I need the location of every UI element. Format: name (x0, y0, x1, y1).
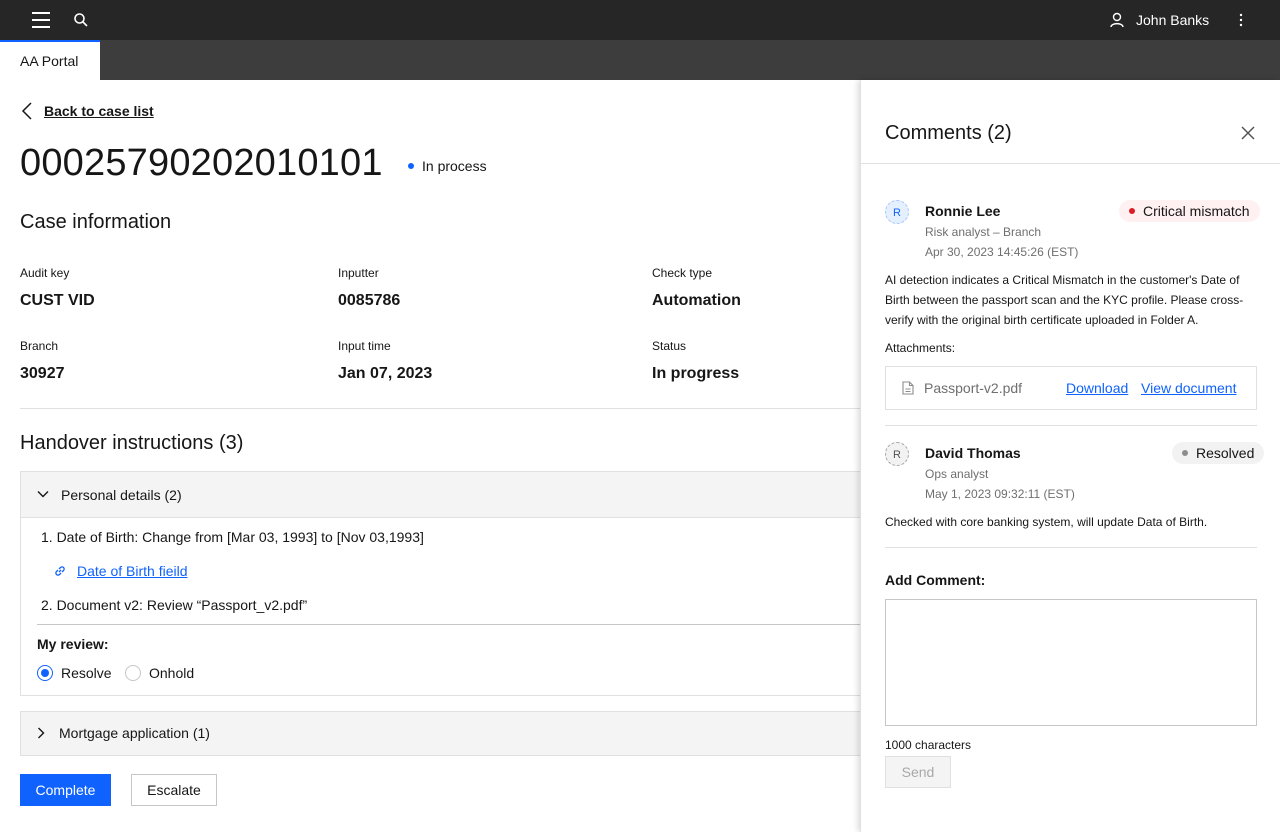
document-icon (902, 381, 914, 395)
field-value: 0085786 (338, 292, 401, 309)
status-dot (408, 163, 414, 169)
date-of-birth-field-link[interactable]: Date of Birth fieild (77, 563, 188, 579)
accordion-header-personal-details[interactable]: Personal details (2) (21, 472, 861, 518)
avatar: R (885, 442, 909, 466)
back-link[interactable]: Back to case list (20, 101, 154, 121)
search-icon[interactable] (72, 11, 90, 29)
field-label: Status (652, 339, 687, 353)
field-value: 30927 (20, 365, 65, 382)
avatar: R (885, 200, 909, 224)
status-badge: Critical mismatch (1119, 200, 1260, 222)
back-to-case-list-link[interactable]: Back to case list (44, 103, 154, 119)
field-link[interactable]: Date of Birth fieild (53, 563, 188, 579)
comment-author: David Thomas (925, 445, 1021, 461)
field-value: In progress (652, 365, 740, 382)
view-document-link[interactable]: View document (1141, 380, 1236, 396)
comment-timestamp: Apr 30, 2023 14:45:26 (EST) (925, 245, 1079, 259)
instruction-item: 1. Date of Birth: Change from [Mar 03, 1… (41, 529, 424, 545)
badge-dot (1182, 450, 1188, 456)
field-value: CUST VID (20, 292, 95, 309)
comments-panel: Comments (2) R Ronnie Lee Critical misma… (860, 80, 1280, 832)
case-information-title: Case information (20, 211, 172, 233)
my-review-label: My review: (37, 636, 109, 652)
attachment-filename: Passport-v2.pdf (924, 380, 1023, 396)
comment-author: Ronnie Lee (925, 203, 1001, 219)
instruction-item: 2. Document v2: Review “Passport_v2.pdf” (41, 597, 308, 613)
send-button[interactable]: Send (885, 756, 951, 788)
attachment-item: Passport-v2.pdf Download View document (885, 366, 1257, 410)
status-badge: Resolved (1172, 442, 1265, 464)
add-comment-label: Add Comment: (885, 572, 986, 588)
field-label: Inputter (338, 266, 379, 280)
comment-role: Risk analyst – Branch (925, 225, 1042, 239)
user-icon[interactable] (1108, 11, 1126, 29)
field-label: Branch (20, 339, 59, 353)
character-count: 1000 characters (885, 738, 972, 752)
section-divider (20, 408, 860, 409)
complete-button[interactable]: Complete (20, 774, 111, 806)
comment-divider (885, 547, 1257, 548)
chevron-left-icon (21, 102, 32, 120)
accordion-personal-details: Personal details (2) 1. Date of Birth: C… (20, 471, 861, 696)
radio-circle[interactable] (125, 665, 141, 681)
tab-aa-portal[interactable]: AA Portal (0, 40, 100, 80)
accordion-divider (37, 624, 861, 625)
close-icon[interactable] (1241, 126, 1255, 140)
field-label: Input time (338, 339, 391, 353)
radio-circle-selected[interactable] (37, 665, 53, 681)
comment-role: Ops analyst (925, 467, 989, 481)
comment-timestamp: May 1, 2023 09:32:11 (EST) (925, 487, 1075, 501)
chevron-right-icon (38, 727, 45, 739)
comment-body: Checked with core banking system, will u… (885, 515, 1208, 529)
accordion-mortgage-application[interactable]: Mortgage application (1) (20, 711, 860, 756)
overflow-menu-icon[interactable] (1232, 11, 1250, 29)
top-bar: John Banks (0, 0, 1280, 40)
radio-resolve[interactable]: Resolve (37, 665, 112, 681)
panel-divider (861, 163, 1280, 164)
badge-dot (1129, 208, 1135, 214)
comment-divider (885, 425, 1257, 426)
comment-textarea[interactable] (885, 599, 1257, 726)
escalate-button[interactable]: Escalate (131, 774, 217, 806)
case-id: 00025790202010101 (20, 142, 383, 184)
case-status-tag: In process (408, 158, 487, 174)
field-label: Check type (652, 266, 713, 280)
field-label: Audit key (20, 266, 70, 280)
chevron-down-icon (37, 491, 49, 498)
accordion-title: Personal details (2) (61, 487, 182, 503)
download-link[interactable]: Download (1066, 380, 1128, 396)
menu-icon[interactable] (32, 12, 50, 28)
radio-onhold[interactable]: Onhold (125, 665, 194, 681)
attachments-label: Attachments: (885, 341, 956, 355)
comments-title: Comments (2) (885, 122, 1012, 144)
tab-bar: AA Portal (0, 40, 1280, 80)
link-icon (55, 566, 65, 576)
field-value: Jan 07, 2023 (338, 365, 433, 382)
user-name[interactable]: John Banks (1136, 12, 1209, 28)
accordion-title: Mortgage application (1) (59, 725, 210, 741)
handover-instructions-title: Handover instructions (3) (20, 432, 244, 454)
field-value: Automation (652, 292, 741, 309)
comment-body: AI detection indicates a Critical Mismat… (885, 273, 1244, 327)
